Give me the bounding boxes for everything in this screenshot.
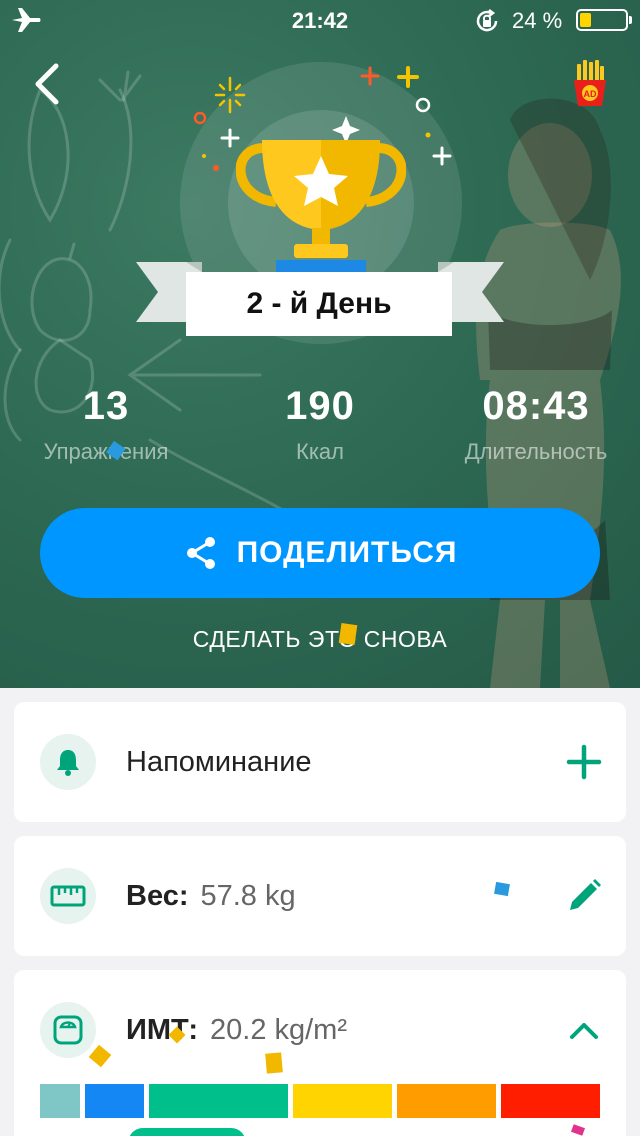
weight-card[interactable]: Вес: 57.8 kg [14, 836, 626, 956]
bmi-seg-3 [149, 1084, 288, 1118]
day-label: 2 - й День [186, 272, 452, 336]
edit-weight-pencil-icon[interactable] [564, 876, 604, 916]
bmi-seg-6 [501, 1084, 600, 1118]
add-reminder-plus-icon[interactable] [564, 742, 604, 782]
stat-duration-label: Длительность [464, 439, 608, 464]
confetti-piece [106, 440, 126, 461]
confetti-piece [88, 1044, 112, 1068]
status-bar: 21:42 24 % [0, 0, 640, 40]
do-it-again-button[interactable]: СДЕЛАТЬ ЭТО СНОВА [0, 626, 640, 653]
stat-kcal-label: Ккал [296, 439, 344, 464]
confetti-piece [168, 1026, 186, 1044]
share-button-label: ПОДЕЛИТЬСЯ [236, 536, 458, 569]
weight-value: 57.8 kg [200, 880, 296, 912]
bmi-indicator [128, 1128, 246, 1136]
battery-percent: 24 % [512, 8, 563, 33]
bmi-value: 20.2 kg/m² [210, 1014, 347, 1046]
battery-icon [576, 9, 632, 31]
share-icon [186, 537, 215, 569]
bell-icon-circle [40, 734, 96, 790]
ad-fries-icon[interactable]: AD [572, 60, 608, 108]
reminder-card[interactable]: Напоминание [14, 702, 626, 822]
bmi-seg-1 [40, 1084, 80, 1118]
stat-duration: 08:43 Длительность [436, 384, 636, 465]
result-hero: 2 - й День 13 Упражнения 190 Ккал 08:43 … [0, 0, 640, 688]
bmi-seg-4 [293, 1084, 392, 1118]
trophy-icon [236, 116, 406, 274]
bathroom-scale-icon [53, 1015, 83, 1045]
confetti-piece [570, 1124, 586, 1136]
bmi-seg-5 [397, 1084, 496, 1118]
confetti-piece [338, 622, 358, 646]
ruler-icon-circle [40, 868, 96, 924]
ruler-icon [50, 885, 86, 907]
ad-label: AD [584, 89, 597, 99]
collapse-chevron-up-icon[interactable] [564, 1010, 604, 1050]
bmi-seg-2 [85, 1084, 144, 1118]
share-button[interactable]: ПОДЕЛИТЬСЯ [40, 508, 600, 598]
reminder-label: Напоминание [126, 746, 312, 778]
confetti-piece [494, 881, 510, 897]
bmi-row: ИМТ: 20.2 kg/m² [126, 1014, 347, 1047]
back-chevron-icon[interactable] [28, 60, 68, 108]
weight-row: Вес: 57.8 kg [126, 880, 296, 913]
stat-exercises-value: 13 [82, 384, 130, 428]
weight-label: Вес: [126, 880, 189, 912]
stat-kcal-value: 190 [285, 384, 355, 428]
confetti-piece [265, 1052, 283, 1074]
bell-icon [57, 750, 79, 776]
orientation-lock-icon [476, 9, 498, 32]
stat-duration-value: 08:43 [482, 384, 590, 428]
stat-kcal: 190 Ккал [234, 384, 406, 465]
